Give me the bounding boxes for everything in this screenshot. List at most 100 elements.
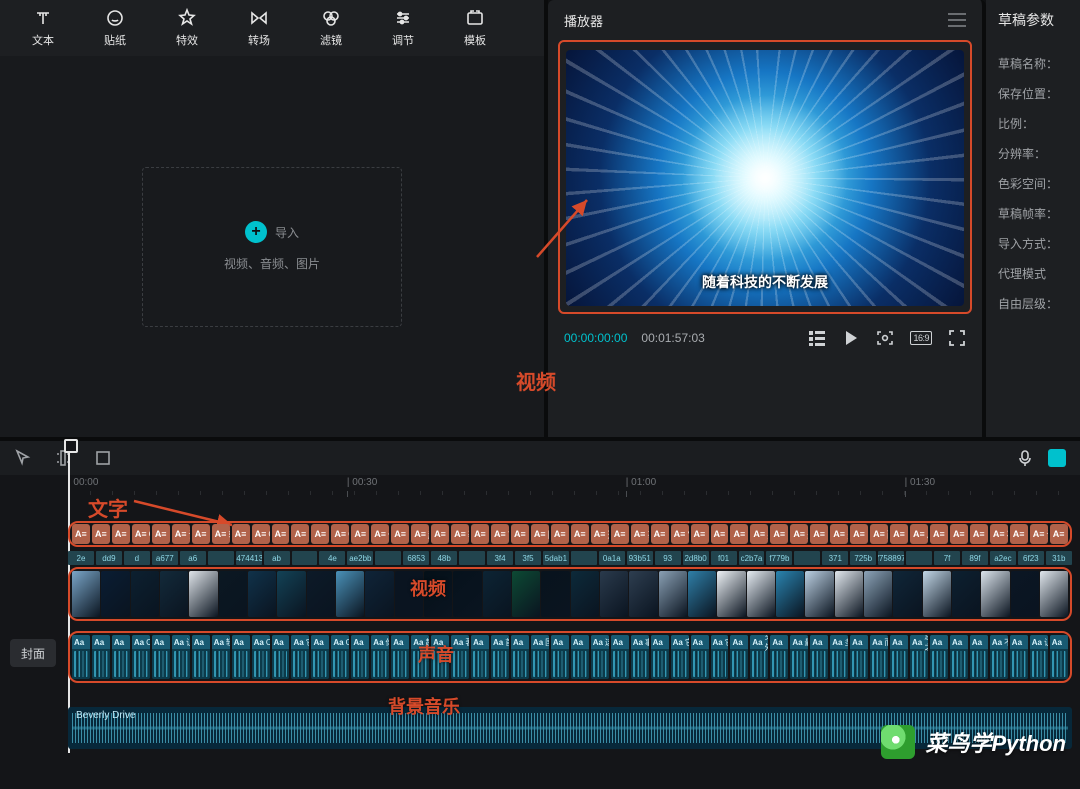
- text-clip[interactable]: A≡这: [591, 524, 609, 544]
- text-clip[interactable]: A≡: [1010, 524, 1028, 544]
- audio-clip[interactable]: Aa: [730, 635, 748, 679]
- aspect-ratio-button[interactable]: 16:9: [910, 331, 932, 345]
- video-clip-thumb[interactable]: [131, 571, 159, 617]
- text-clip[interactable]: A≡: [691, 524, 709, 544]
- record-toggle[interactable]: [1048, 449, 1066, 467]
- audio-clip[interactable]: Aa让: [1030, 635, 1048, 679]
- audio-clip[interactable]: Aa另外: [750, 635, 768, 679]
- audio-clip[interactable]: Aa: [431, 635, 449, 679]
- audio-clip[interactable]: Aa: [152, 635, 170, 679]
- text-clip[interactable]: A≡: [770, 524, 788, 544]
- list-view-icon[interactable]: [808, 329, 826, 347]
- text-clip[interactable]: A≡它: [291, 524, 309, 544]
- text-clip[interactable]: A≡: [571, 524, 589, 544]
- text-clip[interactable]: A≡: [810, 524, 828, 544]
- text-clip[interactable]: A≡: [850, 524, 868, 544]
- text-track[interactable]: A≡A≡A≡A≡CA≡A≡让A≡A≡轻A≡A≡ChaA≡A≡它A≡A≡GA≡A≡…: [68, 521, 1072, 547]
- video-clip-thumb[interactable]: [277, 571, 305, 617]
- video-clip-thumb[interactable]: [395, 571, 423, 617]
- audio-clip[interactable]: Aa: [930, 635, 948, 679]
- text-clip[interactable]: A≡它: [711, 524, 729, 544]
- text-clip[interactable]: A≡: [391, 524, 409, 544]
- audio-clip[interactable]: Aa: [232, 635, 250, 679]
- tool-tab-text[interactable]: 文本: [20, 8, 66, 48]
- audio-clip[interactable]: Aa: [272, 635, 290, 679]
- text-clip[interactable]: A≡: [890, 524, 908, 544]
- video-clip-thumb[interactable]: [893, 571, 921, 617]
- video-clip-thumb[interactable]: [1011, 571, 1039, 617]
- video-clip-thumb[interactable]: [160, 571, 188, 617]
- audio-clip[interactable]: Aa总之: [910, 635, 928, 679]
- video-clip-thumb[interactable]: [923, 571, 951, 617]
- text-clip[interactable]: A≡: [112, 524, 130, 544]
- video-clip-thumb[interactable]: [189, 571, 217, 617]
- text-clip[interactable]: A≡: [471, 524, 489, 544]
- audio-clip[interactable]: AaC: [132, 635, 150, 679]
- audio-clip[interactable]: Aa: [1010, 635, 1028, 679]
- text-clip[interactable]: A≡总之: [910, 524, 928, 544]
- audio-clip[interactable]: Aa: [351, 635, 369, 679]
- text-clip[interactable]: A≡: [72, 524, 90, 544]
- video-clip-thumb[interactable]: [952, 571, 980, 617]
- audio-clip[interactable]: Aa: [611, 635, 629, 679]
- video-clip-thumb[interactable]: [629, 571, 657, 617]
- text-clip[interactable]: A≡它: [671, 524, 689, 544]
- tool-tab-effect[interactable]: 特效: [164, 8, 210, 48]
- audio-clip[interactable]: Aa: [850, 635, 868, 679]
- text-clip[interactable]: A≡: [351, 524, 369, 544]
- audio-track[interactable]: AaAaAaAaCAaAa让AaAa轻AaAaChaAaAa它AaAaGAaAa…: [68, 631, 1072, 683]
- video-clip-thumb[interactable]: [248, 571, 276, 617]
- text-clip[interactable]: A≡: [730, 524, 748, 544]
- text-clip[interactable]: A≡: [930, 524, 948, 544]
- text-clip[interactable]: A≡: [232, 524, 250, 544]
- text-clip[interactable]: A≡: [152, 524, 170, 544]
- audio-clip[interactable]: Aa最: [790, 635, 808, 679]
- text-clip[interactable]: A≡另外: [750, 524, 768, 544]
- audio-clip[interactable]: Aa: [471, 635, 489, 679]
- audio-clip[interactable]: Aa: [890, 635, 908, 679]
- video-clip-thumb[interactable]: [776, 571, 804, 617]
- audio-clip[interactable]: Aa著: [451, 635, 469, 679]
- video-clip-thumb[interactable]: [219, 571, 247, 617]
- audio-clip[interactable]: Aa首: [491, 635, 509, 679]
- text-clip[interactable]: A≡轻: [212, 524, 230, 544]
- text-clip[interactable]: A≡不: [990, 524, 1008, 544]
- audio-clip[interactable]: Aa: [950, 635, 968, 679]
- text-clip[interactable]: A≡首: [491, 524, 509, 544]
- video-clip-thumb[interactable]: [1040, 571, 1068, 617]
- crop-icon[interactable]: [94, 449, 112, 467]
- video-clip-thumb[interactable]: [864, 571, 892, 617]
- text-clip[interactable]: A≡著: [451, 524, 469, 544]
- audio-clip[interactable]: Aa: [810, 635, 828, 679]
- frame-capture-icon[interactable]: [876, 329, 894, 347]
- video-clip-thumb[interactable]: [981, 571, 1009, 617]
- text-clip[interactable]: A≡G: [331, 524, 349, 544]
- audio-clip[interactable]: Aa: [92, 635, 110, 679]
- audio-clip[interactable]: Aa事: [631, 635, 649, 679]
- text-clip[interactable]: A≡让: [1030, 524, 1048, 544]
- audio-clip[interactable]: Aa: [770, 635, 788, 679]
- audio-clip[interactable]: Aa起: [411, 635, 429, 679]
- audio-clip[interactable]: Aa: [311, 635, 329, 679]
- text-clip[interactable]: A≡事: [631, 524, 649, 544]
- tool-tab-template[interactable]: 模板: [452, 8, 498, 48]
- text-clip[interactable]: A≡: [1050, 524, 1068, 544]
- microphone-icon[interactable]: [1016, 449, 1034, 467]
- audio-clip[interactable]: AaCha: [252, 635, 270, 679]
- text-clip[interactable]: A≡最: [790, 524, 808, 544]
- video-clip-thumb[interactable]: [541, 571, 569, 617]
- tool-tab-sticker[interactable]: 贴纸: [92, 8, 138, 48]
- video-clip-thumb[interactable]: [453, 571, 481, 617]
- text-clip[interactable]: A≡: [611, 524, 629, 544]
- video-clip-thumb[interactable]: [336, 571, 364, 617]
- text-clip[interactable]: A≡: [192, 524, 210, 544]
- video-clip-thumb[interactable]: [600, 571, 628, 617]
- audio-clip[interactable]: Aa它: [291, 635, 309, 679]
- video-clip-thumb[interactable]: [101, 571, 129, 617]
- video-clip-thumb[interactable]: [717, 571, 745, 617]
- text-clip[interactable]: A≡让: [172, 524, 190, 544]
- text-clip[interactable]: A≡: [92, 524, 110, 544]
- text-clip[interactable]: A≡Cha: [252, 524, 270, 544]
- video-clip-thumb[interactable]: [805, 571, 833, 617]
- audio-clip[interactable]: Aa: [1050, 635, 1068, 679]
